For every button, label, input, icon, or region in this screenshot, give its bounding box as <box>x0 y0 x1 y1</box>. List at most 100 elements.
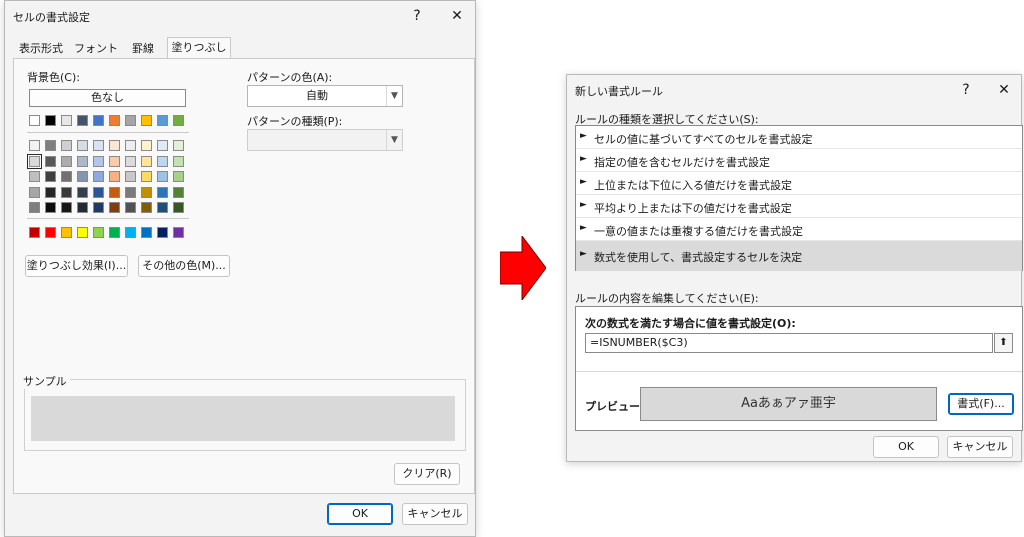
close-icon[interactable]: ✕ <box>445 5 469 27</box>
color-swatch[interactable] <box>45 202 56 213</box>
color-swatch[interactable] <box>141 115 152 126</box>
help-button[interactable]: ? <box>405 5 429 27</box>
close-icon[interactable]: ✕ <box>992 79 1016 101</box>
ok-button[interactable]: OK <box>327 503 393 525</box>
color-swatch[interactable] <box>109 186 120 198</box>
color-swatch[interactable] <box>125 155 136 167</box>
color-swatch[interactable] <box>125 186 136 198</box>
rule-type-item[interactable]: ► 一意の値または重複する値だけを書式設定 <box>576 218 1022 241</box>
color-swatch[interactable] <box>109 155 120 167</box>
tab-font[interactable]: フォント <box>73 39 119 59</box>
tab-fill[interactable]: 塗りつぶし <box>167 37 231 59</box>
color-swatch[interactable] <box>141 155 152 167</box>
chevron-down-icon[interactable]: ▼ <box>386 86 402 106</box>
dialog-title: 新しい書式ルール <box>575 85 663 98</box>
ok-button[interactable]: OK <box>873 436 939 458</box>
color-swatch[interactable] <box>141 202 152 213</box>
rule-type-item[interactable]: ► 上位または下位に入る値だけを書式設定 <box>576 172 1022 195</box>
color-swatch[interactable] <box>93 227 104 238</box>
color-swatch[interactable] <box>173 227 184 238</box>
rule-type-item[interactable]: ► 指定の値を含むセルだけを書式設定 <box>576 149 1022 172</box>
color-swatch[interactable] <box>29 171 40 182</box>
color-swatch[interactable] <box>125 140 136 151</box>
chevron-down-icon[interactable]: ▼ <box>386 130 402 150</box>
color-swatch[interactable] <box>77 171 88 182</box>
fill-effects-button[interactable]: 塗りつぶし効果(I)... <box>25 255 128 277</box>
color-swatch[interactable] <box>157 155 168 167</box>
color-swatch[interactable] <box>45 186 56 198</box>
tab-border[interactable]: 罫線 <box>123 39 163 59</box>
rule-type-item[interactable]: ► セルの値に基づいてすべてのセルを書式設定 <box>576 126 1022 149</box>
color-swatch[interactable] <box>109 140 120 151</box>
color-swatch[interactable] <box>173 155 184 167</box>
color-swatch[interactable] <box>77 155 88 167</box>
color-swatch[interactable] <box>109 202 120 213</box>
color-swatch[interactable] <box>29 202 40 213</box>
color-swatch[interactable] <box>109 115 120 126</box>
color-swatch[interactable] <box>93 171 104 182</box>
collapse-dialog-icon[interactable]: ⬆ <box>994 333 1013 353</box>
color-swatch[interactable] <box>93 155 104 167</box>
help-button[interactable]: ? <box>954 79 978 101</box>
color-swatch[interactable] <box>45 171 56 182</box>
color-swatch[interactable] <box>61 227 72 238</box>
color-swatch[interactable] <box>157 186 168 198</box>
color-swatch[interactable] <box>77 227 88 238</box>
color-swatch[interactable] <box>173 186 184 198</box>
color-swatch[interactable] <box>125 171 136 182</box>
color-swatch[interactable] <box>45 140 56 151</box>
more-colors-button[interactable]: その他の色(M)... <box>138 255 230 277</box>
tab-number-format[interactable]: 表示形式 <box>13 39 69 59</box>
format-button[interactable]: 書式(F)... <box>948 393 1014 415</box>
pattern-type-dropdown[interactable]: ▼ <box>247 129 403 151</box>
color-swatch[interactable] <box>93 140 104 151</box>
color-swatch[interactable] <box>125 227 136 238</box>
color-swatch[interactable] <box>61 155 72 167</box>
color-swatch[interactable] <box>141 171 152 182</box>
color-swatch[interactable] <box>109 227 120 238</box>
color-swatch[interactable] <box>125 202 136 213</box>
color-swatch[interactable] <box>173 140 184 151</box>
color-swatch[interactable] <box>45 227 56 238</box>
color-swatch[interactable] <box>173 171 184 182</box>
color-swatch[interactable] <box>93 186 104 198</box>
rule-type-item-selected[interactable]: ► 数式を使用して、書式設定するセルを決定 <box>576 241 1022 271</box>
cancel-button[interactable]: キャンセル <box>947 436 1013 458</box>
color-swatch[interactable] <box>141 140 152 151</box>
color-swatch[interactable] <box>77 186 88 198</box>
color-swatch[interactable] <box>29 140 40 151</box>
color-swatch[interactable] <box>61 186 72 198</box>
color-swatch[interactable] <box>77 115 88 126</box>
pattern-color-dropdown[interactable]: 自動 ▼ <box>247 85 403 107</box>
color-swatch[interactable] <box>173 115 184 126</box>
color-swatch[interactable] <box>45 115 56 126</box>
clear-button[interactable]: クリア(R) <box>394 463 460 485</box>
color-swatch[interactable] <box>141 186 152 198</box>
color-swatch[interactable] <box>29 115 40 126</box>
color-swatch[interactable] <box>61 171 72 182</box>
color-swatch[interactable] <box>61 140 72 151</box>
color-swatch[interactable] <box>27 153 42 169</box>
formula-input[interactable]: =ISNUMBER($C3) <box>585 333 993 353</box>
color-swatch[interactable] <box>157 202 168 213</box>
color-swatch[interactable] <box>141 227 152 238</box>
color-swatch[interactable] <box>45 155 56 167</box>
color-swatch[interactable] <box>125 115 136 126</box>
color-swatch[interactable] <box>29 227 40 238</box>
cancel-button[interactable]: キャンセル <box>402 503 468 525</box>
rule-type-item[interactable]: ► 平均より上または下の値だけを書式設定 <box>576 195 1022 218</box>
color-swatch[interactable] <box>157 115 168 126</box>
color-swatch[interactable] <box>29 186 40 198</box>
color-swatch[interactable] <box>93 115 104 126</box>
color-swatch[interactable] <box>157 227 168 238</box>
color-swatch[interactable] <box>157 171 168 182</box>
no-color-button[interactable]: 色なし <box>29 89 186 107</box>
color-swatch[interactable] <box>157 140 168 151</box>
color-swatch[interactable] <box>61 202 72 213</box>
color-swatch[interactable] <box>77 140 88 151</box>
color-swatch[interactable] <box>77 202 88 213</box>
color-swatch[interactable] <box>109 171 120 182</box>
color-swatch[interactable] <box>173 202 184 213</box>
color-swatch[interactable] <box>61 115 72 126</box>
color-swatch[interactable] <box>93 202 104 213</box>
